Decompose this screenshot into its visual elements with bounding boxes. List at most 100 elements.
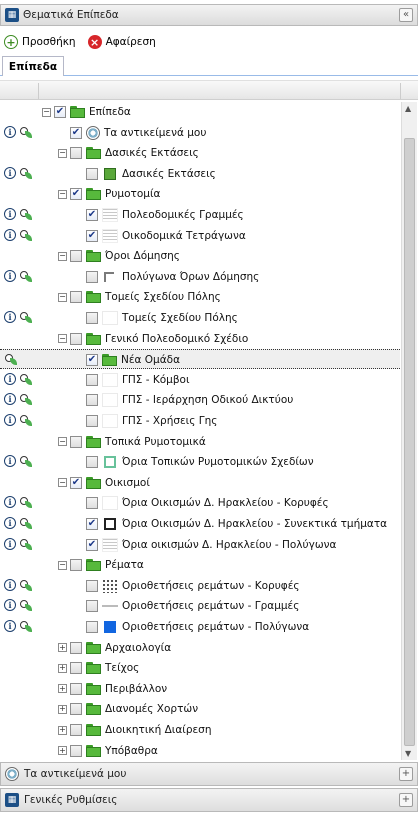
layer-checkbox[interactable]: ✔: [70, 476, 82, 489]
zoom-to-layer-icon[interactable]: [19, 270, 32, 283]
tree-row[interactable]: − Δασικές Εκτάσεις: [0, 143, 400, 163]
layer-checkbox[interactable]: [86, 167, 98, 180]
layer-checkbox[interactable]: [70, 559, 82, 572]
collapse-icon[interactable]: −: [58, 148, 67, 158]
info-icon[interactable]: i: [4, 517, 16, 529]
tree-row[interactable]: − Όροι Δόμησης: [0, 246, 400, 266]
tree-row[interactable]: + Τείχος: [0, 658, 400, 678]
info-icon[interactable]: i: [4, 414, 16, 426]
layer-checkbox[interactable]: [70, 435, 82, 448]
zoom-to-layer-icon[interactable]: [19, 414, 32, 427]
layer-checkbox[interactable]: ✔: [86, 229, 98, 242]
tree-row[interactable]: i Οριοθετήσεις ρεμάτων - Πολύγωνα: [0, 617, 400, 637]
info-icon[interactable]: i: [4, 455, 16, 468]
zoom-to-layer-icon[interactable]: [19, 208, 32, 221]
layer-checkbox[interactable]: [86, 456, 98, 469]
layer-checkbox[interactable]: [70, 724, 82, 736]
tree-row[interactable]: i Δασικές Εκτάσεις: [0, 164, 400, 184]
layer-checkbox[interactable]: [86, 415, 98, 427]
tab-layers[interactable]: Επίπεδα: [2, 56, 64, 76]
zoom-to-layer-icon[interactable]: [19, 496, 32, 509]
info-icon[interactable]: i: [4, 578, 16, 591]
tree-row[interactable]: − Γενικό Πολεοδομικό Σχέδιο: [0, 329, 400, 349]
layers-panel-header[interactable]: ▦ Θεματικά Επίπεδα «: [0, 4, 418, 26]
info-icon[interactable]: i: [4, 537, 16, 550]
expand-icon[interactable]: +: [58, 684, 67, 694]
my-objects-panel-header[interactable]: Τα αντικείμενά μου +: [0, 762, 418, 786]
layer-checkbox[interactable]: [70, 744, 82, 757]
zoom-to-layer-icon[interactable]: [19, 167, 32, 180]
tree-row[interactable]: i ΓΠΣ - Ιεράρχηση Οδικού Δικτύου: [0, 390, 400, 410]
tree-row[interactable]: i Τομείς Σχεδίου Πόλης: [0, 308, 400, 328]
info-icon[interactable]: i: [4, 620, 16, 632]
collapse-button[interactable]: «: [399, 8, 413, 22]
tree-row[interactable]: − Τομείς Σχεδίου Πόλης: [0, 287, 400, 307]
layer-checkbox[interactable]: [70, 641, 82, 654]
remove-button[interactable]: × Αφαίρεση: [87, 35, 156, 49]
tree-row[interactable]: i ✔ Όρια Οικισμών Δ. Ηρακλείου - Συνεκτικά…: [0, 514, 400, 534]
tree-row[interactable]: − ✔ Επίπεδα: [0, 102, 400, 122]
layer-checkbox[interactable]: [86, 394, 98, 407]
tree-row[interactable]: i ✔ Όρια οικισμών Δ. Ηρακλείου - Πολύγωνα: [0, 535, 400, 555]
add-button[interactable]: + Προσθήκη: [4, 35, 76, 49]
collapse-icon[interactable]: −: [42, 107, 51, 117]
tree-row[interactable]: ✔ Νέα Ομάδα: [0, 349, 400, 370]
tree-row[interactable]: − Τοπικά Ρυμοτομικά: [0, 432, 400, 452]
zoom-to-layer-icon[interactable]: [19, 373, 32, 386]
zoom-to-layer-icon[interactable]: [19, 579, 32, 592]
collapse-icon[interactable]: −: [58, 478, 67, 488]
info-icon[interactable]: i: [4, 125, 16, 138]
tree-row[interactable]: + Περιβάλλον: [0, 679, 400, 699]
layer-checkbox[interactable]: [70, 332, 82, 345]
tree-row[interactable]: + Διοικητική Διαίρεση: [0, 720, 400, 740]
info-icon[interactable]: i: [4, 166, 16, 179]
layer-checkbox[interactable]: [86, 621, 98, 633]
tree-row[interactable]: i Όρια Τοπικών Ρυμοτομικών Σχεδίων: [0, 452, 400, 472]
collapse-icon[interactable]: −: [58, 334, 67, 344]
tree-row[interactable]: i ΓΠΣ - Κόμβοι: [0, 370, 400, 390]
zoom-to-layer-icon[interactable]: [19, 620, 32, 633]
zoom-to-layer-icon[interactable]: [19, 538, 32, 551]
tree-row[interactable]: i ✔ Οικοδομικά Τετράγωνα: [0, 226, 400, 246]
tree-row[interactable]: i ✔ Πολεοδομικές Γραμμές: [0, 205, 400, 225]
layer-checkbox[interactable]: [70, 703, 82, 716]
info-icon[interactable]: i: [4, 208, 16, 220]
tree-row[interactable]: i Οριοθετήσεις ρεμάτων - Κορυφές: [0, 576, 400, 596]
zoom-to-layer-icon[interactable]: [19, 126, 32, 139]
layer-checkbox[interactable]: [70, 147, 82, 160]
layer-checkbox[interactable]: [86, 579, 98, 592]
tree-row[interactable]: + Υπόβαθρα: [0, 741, 400, 761]
layer-checkbox[interactable]: ✔: [54, 106, 66, 118]
info-icon[interactable]: i: [4, 599, 16, 612]
info-icon[interactable]: i: [4, 269, 16, 282]
layer-checkbox[interactable]: [70, 250, 82, 263]
layer-checkbox[interactable]: ✔: [86, 209, 98, 221]
layer-checkbox[interactable]: ✔: [70, 188, 82, 201]
info-icon[interactable]: i: [4, 372, 16, 385]
zoom-to-layer-icon[interactable]: [19, 455, 32, 468]
scroll-up-icon[interactable]: ▲: [405, 104, 411, 113]
tree-row[interactable]: i Πολύγωνα Όρων Δόμησης: [0, 267, 400, 287]
tree-row[interactable]: − ✔ Οικισμοί: [0, 473, 400, 493]
tree-scrollbar[interactable]: ▲ ▼: [401, 102, 417, 760]
collapse-icon[interactable]: −: [58, 189, 67, 199]
tree-row[interactable]: i ΓΠΣ - Χρήσεις Γης: [0, 411, 400, 431]
zoom-to-layer-icon[interactable]: [19, 517, 32, 530]
layer-checkbox[interactable]: [86, 373, 98, 386]
collapse-icon[interactable]: −: [58, 437, 67, 447]
zoom-to-layer-icon[interactable]: [19, 393, 32, 406]
layer-checkbox[interactable]: [70, 682, 82, 695]
info-icon[interactable]: i: [4, 311, 16, 323]
expand-icon[interactable]: +: [58, 725, 67, 735]
layer-checkbox[interactable]: [70, 291, 82, 304]
collapse-icon[interactable]: −: [58, 251, 67, 261]
expand-general-settings-button[interactable]: +: [399, 793, 413, 807]
zoom-to-layer-icon[interactable]: [19, 229, 32, 242]
tree-row[interactable]: i Όρια Οικισμών Δ. Ηρακλείου - Κορυφές: [0, 493, 400, 513]
tree-row[interactable]: + Αρχαιολογία: [0, 638, 400, 658]
layer-checkbox[interactable]: ✔: [86, 518, 98, 530]
layer-checkbox[interactable]: [86, 312, 98, 324]
expand-my-objects-button[interactable]: +: [399, 767, 413, 781]
zoom-to-layer-icon[interactable]: [19, 311, 32, 324]
expand-icon[interactable]: +: [58, 704, 67, 714]
